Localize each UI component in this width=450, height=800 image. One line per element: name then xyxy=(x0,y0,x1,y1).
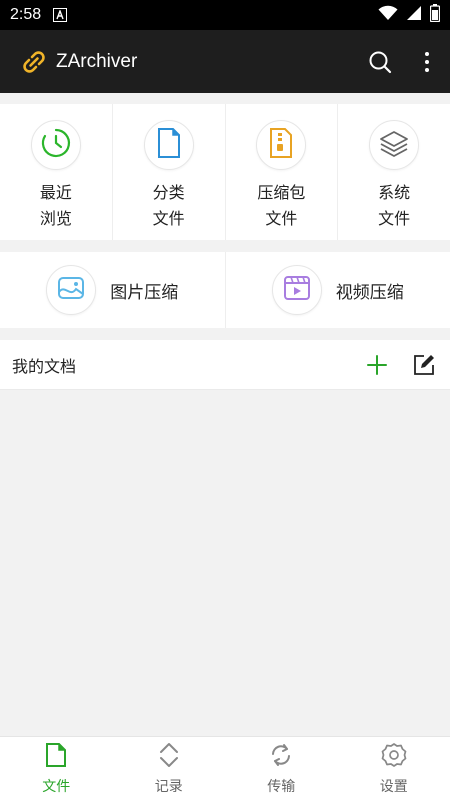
image-compress-label: 图片压缩 xyxy=(110,282,179,303)
quick-recent-browse[interactable]: 最近 浏览 xyxy=(0,104,113,240)
quick-system-files[interactable]: 系统 文件 xyxy=(338,104,450,240)
gear-icon xyxy=(381,742,407,772)
nav-files[interactable]: 文件 xyxy=(0,737,113,800)
quick-category-line1: 分类 xyxy=(152,183,185,202)
layers-icon xyxy=(379,129,409,161)
nav-records[interactable]: 记录 xyxy=(113,737,226,800)
documents-list-area xyxy=(0,390,450,736)
category-circle xyxy=(143,120,194,170)
quick-category-line2: 文件 xyxy=(152,209,185,228)
status-bar: 2:58 xyxy=(0,0,450,30)
signal-icon xyxy=(406,5,422,25)
chain-link-logo-icon xyxy=(20,48,48,76)
wifi-icon xyxy=(378,5,398,25)
system-circle xyxy=(369,120,420,170)
bottom-nav: 文件 记录 传输 设置 xyxy=(0,736,450,800)
quick-archive-line1: 压缩包 xyxy=(257,183,306,202)
nav-records-label: 记录 xyxy=(154,778,183,795)
nav-transfer[interactable]: 传输 xyxy=(225,737,338,800)
sync-icon xyxy=(269,742,293,772)
image-icon xyxy=(57,276,85,304)
status-time: 2:58 xyxy=(10,6,42,23)
video-compress-label: 视频压缩 xyxy=(335,282,404,303)
search-icon[interactable] xyxy=(368,50,392,74)
my-documents-header: 我的文档 xyxy=(0,340,450,390)
file-icon xyxy=(156,127,182,163)
quick-system-line1: 系统 xyxy=(378,183,411,202)
quick-category-files[interactable]: 分类 文件 xyxy=(113,104,226,240)
quick-recent-line1: 最近 xyxy=(39,183,72,202)
quick-system-line2: 文件 xyxy=(378,209,411,228)
clock-icon xyxy=(40,127,72,163)
quick-system-label: 系统 文件 xyxy=(378,180,410,232)
more-vert-icon[interactable] xyxy=(424,51,430,73)
quick-recent-label: 最近 浏览 xyxy=(40,180,72,232)
add-icon[interactable] xyxy=(366,354,388,376)
video-icon xyxy=(283,275,311,305)
quick-recent-line2: 浏览 xyxy=(39,209,72,228)
nav-files-label: 文件 xyxy=(42,778,71,795)
video-compress-button[interactable]: 视频压缩 xyxy=(226,252,450,328)
sort-icon xyxy=(158,742,180,772)
file-icon xyxy=(45,742,67,772)
archive-icon xyxy=(268,127,294,163)
quick-archive-label: 压缩包 文件 xyxy=(257,180,305,232)
image-compress-circle xyxy=(46,265,97,315)
nav-transfer-label: 传输 xyxy=(267,778,296,795)
app-title: ZArchiver xyxy=(56,50,138,72)
image-compress-button[interactable]: 图片压缩 xyxy=(0,252,226,328)
notification-a-icon xyxy=(53,8,68,22)
quick-archive-files[interactable]: 压缩包 文件 xyxy=(226,104,339,240)
video-compress-circle xyxy=(271,265,322,315)
nav-settings-label: 设置 xyxy=(379,778,408,795)
battery-icon xyxy=(429,4,441,26)
app-bar: ZArchiver xyxy=(0,30,450,93)
quick-access-grid: 最近 浏览 分类 文件 压缩包 文件 系统 文件 xyxy=(0,104,450,240)
my-documents-title: 我的文档 xyxy=(12,356,77,376)
nav-settings[interactable]: 设置 xyxy=(338,737,450,800)
edit-icon[interactable] xyxy=(412,353,436,377)
compress-row: 图片压缩 视频压缩 xyxy=(0,252,450,328)
quick-archive-line2: 文件 xyxy=(265,209,298,228)
recent-circle xyxy=(30,120,81,170)
quick-category-label: 分类 文件 xyxy=(153,180,185,232)
archive-circle xyxy=(256,120,307,170)
